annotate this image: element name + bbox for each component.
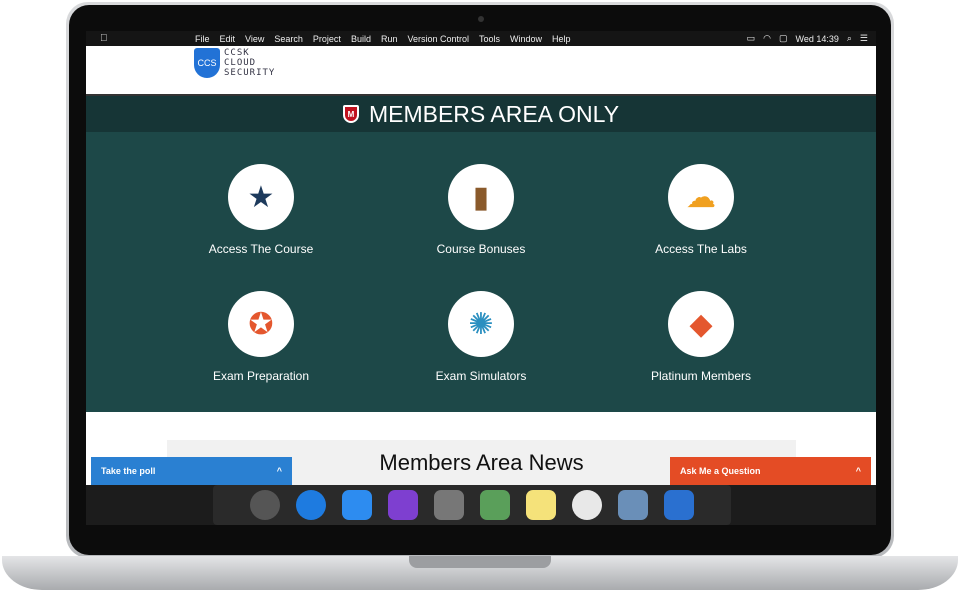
clock[interactable]: Wed 14:39	[796, 34, 839, 44]
camera	[478, 16, 484, 22]
tile-label: Platinum Members	[650, 369, 752, 383]
airplay-icon[interactable]: ▢	[779, 33, 788, 44]
dock-messages-icon[interactable]	[342, 490, 372, 520]
menu-search[interactable]: Search	[274, 34, 303, 44]
members-band: M MEMBERS AREA ONLY ★ Access The Course ▮ C…	[86, 96, 876, 412]
menu-project[interactable]: Project	[313, 34, 341, 44]
menu-version-control[interactable]: Version Control	[407, 34, 469, 44]
cloud-arrows-icon: ☁	[668, 164, 734, 230]
chevron-up-icon: ^	[276, 466, 282, 476]
ask-question-button[interactable]: Ask Me a Question ^	[670, 457, 871, 485]
apple-icon[interactable]: 	[100, 33, 108, 44]
chevron-up-icon: ^	[855, 466, 861, 476]
tile-platinum-members[interactable]: ◆ Platinum Members	[601, 291, 801, 383]
logo-line: CCSK	[224, 48, 250, 58]
logo-line: CLOUD	[224, 58, 257, 68]
dock-preview-icon[interactable]	[618, 490, 648, 520]
menu-run[interactable]: Run	[381, 34, 398, 44]
take-poll-button[interactable]: Take the poll ^	[91, 457, 292, 485]
tile-exam-preparation[interactable]: ✪ Exam Preparation	[161, 291, 361, 383]
dock-calculator-icon[interactable]	[434, 490, 464, 520]
site-header: CCS CCSK CLOUD SECURITY	[86, 46, 876, 96]
tile-label: Access The Course	[208, 242, 314, 256]
ask-label: Ask Me a Question	[680, 466, 761, 476]
diamond-icon: ◆	[668, 291, 734, 357]
book-star-icon: ▮	[448, 164, 514, 230]
tile-exam-simulators[interactable]: ✺ Exam Simulators	[381, 291, 581, 383]
tile-label: Exam Preparation	[212, 369, 310, 383]
tile-access-the-labs[interactable]: ☁ Access The Labs	[601, 164, 801, 256]
award-ribbon-icon: ✪	[228, 291, 294, 357]
menu-help[interactable]: Help	[552, 34, 571, 44]
menu-view[interactable]: View	[245, 34, 264, 44]
dock-photos-icon[interactable]	[572, 490, 602, 520]
battery-icon[interactable]: ▭	[747, 33, 756, 44]
poll-label: Take the poll	[101, 466, 156, 476]
tile-label: Exam Simulators	[435, 369, 527, 383]
mcafee-shield-icon: M	[342, 105, 359, 123]
dock-notes-icon[interactable]	[526, 490, 556, 520]
banner: M MEMBERS AREA ONLY	[86, 96, 876, 132]
logo[interactable]: CCS CCSK CLOUD SECURITY	[194, 48, 275, 78]
notification-center-icon[interactable]: ☰	[860, 33, 868, 44]
browser-star-icon: ★	[228, 164, 294, 230]
menu-build[interactable]: Build	[351, 34, 371, 44]
screen:  File Edit View Search Project Build Run Versi…	[86, 31, 876, 525]
dock	[86, 485, 876, 525]
spotlight-icon[interactable]: ⌕	[847, 33, 852, 44]
logo-line: SECURITY	[224, 68, 276, 78]
laptop-notch	[409, 556, 551, 568]
menu-file[interactable]: File	[195, 34, 210, 44]
menu-tools[interactable]: Tools	[479, 34, 500, 44]
tile-label: Course Bonuses	[436, 242, 526, 256]
seal-badge-icon: ✺	[448, 291, 514, 357]
shield-logo-icon: CCS	[194, 48, 220, 78]
tile-label: Access The Labs	[655, 242, 747, 256]
dock-visual-studio-icon[interactable]	[388, 490, 418, 520]
wifi-icon[interactable]: ◠	[763, 33, 771, 44]
dock-safari-icon[interactable]	[296, 490, 326, 520]
menu-bar:  File Edit View Search Project Build Run Versi…	[86, 31, 876, 46]
dock-launchpad-icon[interactable]	[250, 490, 280, 520]
tile-course-bonuses[interactable]: ▮ Course Bonuses	[381, 164, 581, 256]
menu-edit[interactable]: Edit	[220, 34, 236, 44]
dock-maps-icon[interactable]	[480, 490, 510, 520]
banner-title: MEMBERS AREA ONLY	[368, 100, 620, 127]
menu-window[interactable]: Window	[510, 34, 542, 44]
tile-access-the-course[interactable]: ★ Access The Course	[161, 164, 361, 256]
dock-xcode-icon[interactable]	[664, 490, 694, 520]
